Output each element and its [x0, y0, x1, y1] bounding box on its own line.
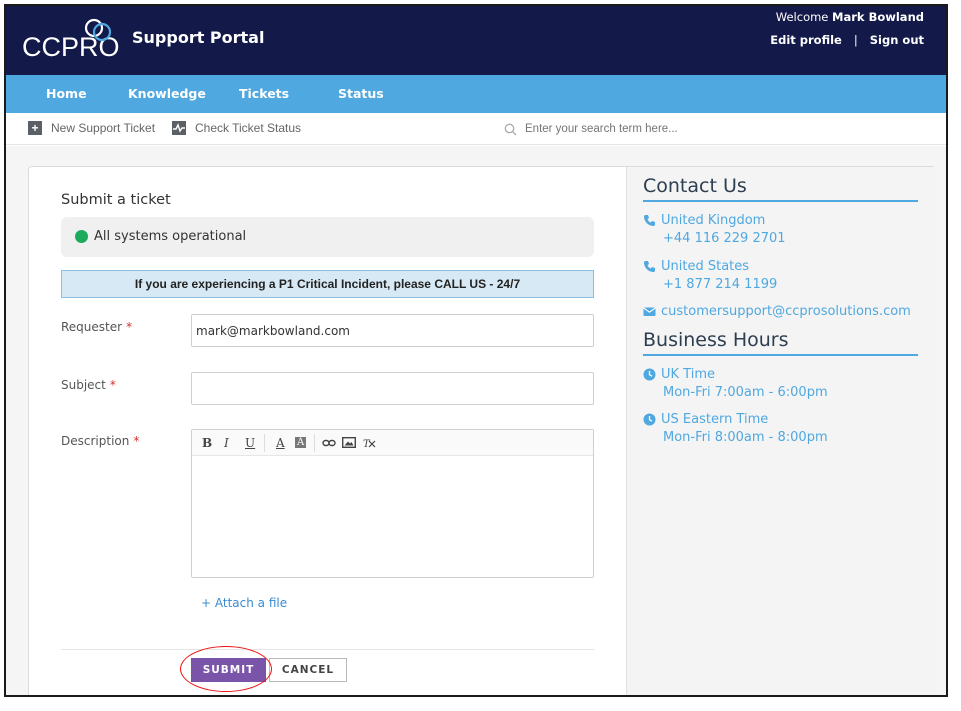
uk-hours: Mon-Fri 7:00am - 6:00pm [663, 385, 828, 400]
new-support-ticket-link[interactable]: + New Support Ticket [28, 121, 155, 135]
underline-button[interactable]: U [245, 436, 255, 450]
italic-button[interactable]: I [224, 436, 229, 450]
system-status-box: All systems operational [61, 217, 594, 257]
required-marker: * [133, 434, 140, 448]
required-marker: * [109, 378, 116, 392]
contact-rule [643, 200, 918, 202]
uk-time-label: UK Time [643, 367, 715, 382]
us-label: United States [661, 259, 750, 274]
editor-toolbar: B I U A A T [192, 430, 593, 456]
main-nav: Home Knowledge Tickets Status [6, 75, 946, 113]
phone-icon [644, 261, 655, 272]
logo-rings-icon [84, 18, 112, 42]
page-content: Submit a ticket All systems operational … [6, 146, 946, 695]
envelope-icon [643, 307, 656, 316]
check-ticket-status-link[interactable]: Check Ticket Status [172, 121, 301, 135]
search-icon [504, 123, 517, 135]
portal-title: Support Portal [132, 28, 265, 47]
search-box[interactable] [504, 119, 934, 139]
sign-out-link[interactable]: Sign out [870, 33, 924, 47]
check-status-label: Check Ticket Status [195, 121, 302, 135]
email-line: customersupport@ccprosolutions.com [643, 304, 911, 319]
subject-label: Subject * [61, 378, 116, 392]
requester-label: Requester * [61, 320, 132, 334]
us-time-label: US Eastern Time [643, 412, 768, 427]
subject-field[interactable] [191, 372, 594, 405]
description-label-text: Description [61, 434, 130, 448]
uk-phone-number[interactable]: +44 116 229 2701 [663, 231, 786, 246]
attach-file-link[interactable]: + Attach a file [201, 596, 287, 610]
link-icon[interactable] [322, 438, 336, 448]
us-time-text: US Eastern Time [661, 412, 769, 427]
us-hours: Mon-Fri 8:00am - 8:00pm [663, 430, 828, 445]
form-divider [61, 649, 594, 650]
site-header: CCPRO Support Portal Welcome Mark Bowlan… [6, 6, 946, 75]
description-editor: B I U A A T [191, 429, 594, 578]
contact-sidebar: Contact Us United Kingdom +44 116 229 27… [626, 167, 936, 695]
bold-button[interactable]: B [202, 436, 212, 450]
profile-separator: | [853, 33, 858, 47]
clock-icon [643, 368, 656, 381]
uk-phone-label: United Kingdom [643, 213, 765, 228]
ticket-card: Submit a ticket All systems operational … [28, 166, 936, 695]
clear-format-icon[interactable]: T [363, 438, 377, 448]
profile-links: Edit profile | Sign out [770, 33, 924, 47]
phone-icon [644, 215, 655, 226]
toolbar-divider [314, 434, 315, 452]
nav-item-status[interactable]: Status [338, 86, 384, 101]
nav-item-home[interactable]: Home [46, 86, 87, 101]
new-ticket-label: New Support Ticket [51, 121, 156, 135]
toolbar-divider [264, 434, 265, 452]
background-color-button[interactable]: A [295, 437, 307, 448]
uk-label: United Kingdom [661, 213, 766, 228]
clock-icon [643, 413, 656, 426]
us-phone-label: United States [643, 259, 749, 274]
subject-label-text: Subject [61, 378, 106, 392]
submit-button[interactable]: SUBMIT [191, 658, 266, 682]
ccpro-logo[interactable]: CCPRO [22, 16, 122, 64]
welcome-text: Welcome Mark Bowland [776, 10, 924, 24]
browser-frame: CCPRO Support Portal Welcome Mark Bowlan… [4, 4, 948, 697]
us-phone-number[interactable]: +1 877 214 1199 [663, 277, 777, 292]
nav-item-knowledge[interactable]: Knowledge [128, 86, 206, 101]
action-bar: + New Support Ticket Check Ticket Status [6, 113, 946, 145]
cancel-button[interactable]: CANCEL [269, 658, 347, 682]
required-marker: * [126, 320, 133, 334]
support-email-link[interactable]: customersupport@ccprosolutions.com [661, 304, 911, 319]
font-color-button[interactable]: A [276, 436, 285, 450]
contact-us-heading: Contact Us [643, 175, 747, 197]
activity-icon [172, 121, 186, 135]
status-text: All systems operational [94, 229, 247, 244]
requester-field[interactable] [191, 314, 594, 347]
description-textarea[interactable] [192, 456, 593, 577]
welcome-prefix: Welcome [775, 10, 829, 24]
user-name: Mark Bowland [832, 10, 924, 24]
requester-label-text: Requester [61, 320, 123, 334]
form-title: Submit a ticket [61, 192, 171, 208]
plus-icon: + [28, 121, 42, 135]
edit-profile-link[interactable]: Edit profile [770, 33, 842, 47]
uk-time-text: UK Time [661, 367, 715, 382]
hours-rule [643, 354, 918, 356]
description-label: Description * [61, 434, 139, 448]
nav-item-tickets[interactable]: Tickets [239, 86, 289, 101]
status-dot-icon [75, 230, 88, 243]
critical-incident-alert: If you are experiencing a P1 Critical In… [61, 270, 594, 298]
image-icon[interactable] [342, 437, 356, 448]
search-input[interactable] [525, 123, 905, 135]
business-hours-heading: Business Hours [643, 329, 789, 351]
